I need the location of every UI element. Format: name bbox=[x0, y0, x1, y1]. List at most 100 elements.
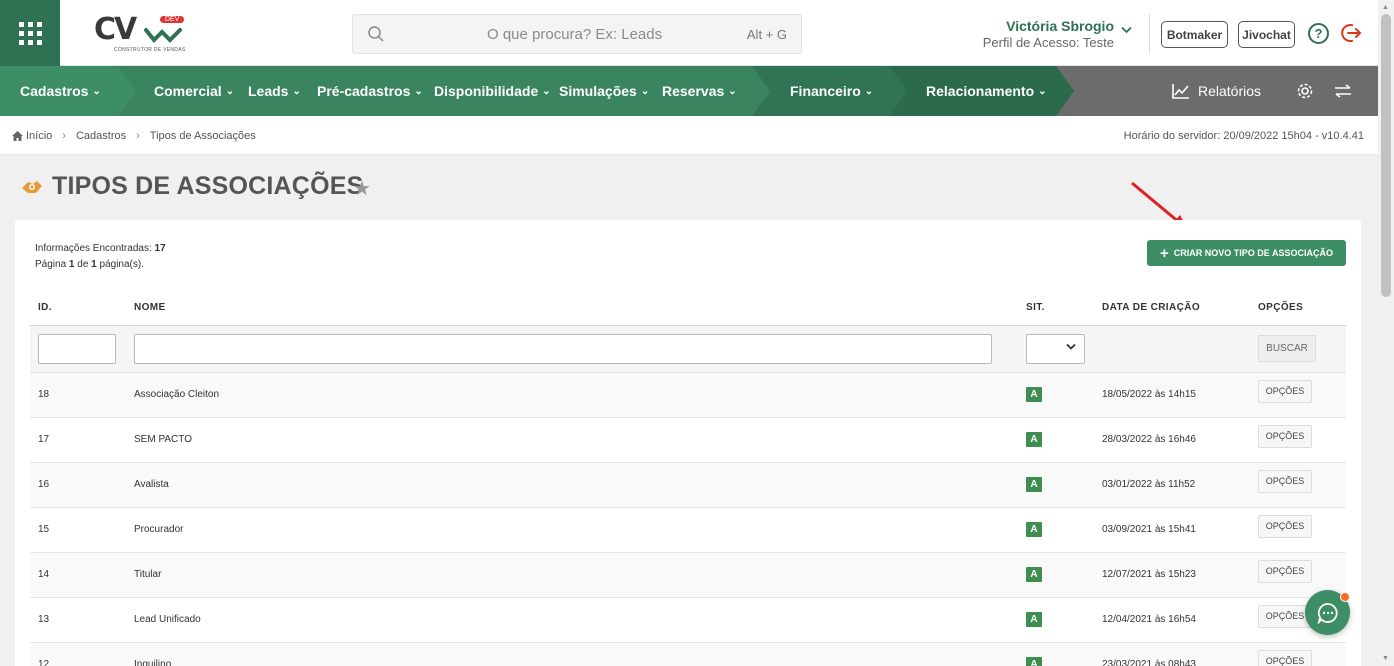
page-current: 1 bbox=[68, 259, 75, 270]
nav-label: Financeiro bbox=[790, 83, 861, 99]
nav-pre-cadastros[interactable]: Pré-cadastros ⌄ bbox=[317, 66, 423, 116]
table-row[interactable]: 17 SEM PACTO A 28/03/2022 às 16h46 OPÇÕE… bbox=[30, 417, 1346, 463]
jivochat-button[interactable]: Jivochat bbox=[1238, 21, 1295, 48]
logo-text: CV bbox=[94, 12, 137, 47]
nav-leads[interactable]: Leads ⌄ bbox=[248, 66, 301, 116]
handshake-icon bbox=[22, 181, 42, 193]
nav-label: Leads bbox=[248, 83, 289, 99]
user-menu[interactable]: Victória Sbrogio Perfil de Acesso: Teste bbox=[983, 18, 1114, 50]
breadcrumb-label: Início bbox=[26, 130, 53, 142]
cell-id: 15 bbox=[30, 507, 126, 553]
favorite-star-icon[interactable]: ★ bbox=[353, 176, 371, 201]
help-icon[interactable]: ? bbox=[1308, 23, 1329, 44]
filter-name-input[interactable] bbox=[134, 333, 992, 364]
nav-label: Reservas bbox=[662, 83, 725, 99]
logo[interactable]: CV DEV CONSTRUTOR DE VENDAS bbox=[94, 12, 186, 56]
search-button[interactable]: BUSCAR bbox=[1258, 335, 1316, 362]
options-button[interactable]: OPÇÕES bbox=[1258, 469, 1312, 493]
cell-name: Lead Unificado bbox=[126, 597, 1018, 643]
status-badge: A bbox=[1026, 612, 1042, 627]
cell-date: 28/03/2022 às 16h46 bbox=[1094, 417, 1250, 463]
status-badge: A bbox=[1026, 657, 1042, 666]
cell-name: Inquilino bbox=[126, 642, 1018, 666]
breadcrumb-cadastros[interactable]: Cadastros bbox=[76, 130, 126, 142]
table-row[interactable]: 12 Inquilino A 23/03/2021 às 08h43 OPÇÕE… bbox=[30, 642, 1346, 666]
nav-label: Relacionamento bbox=[926, 83, 1035, 99]
search-hotkey: Alt + G bbox=[746, 27, 787, 42]
status-badge: A bbox=[1026, 477, 1042, 492]
options-button[interactable]: OPÇÕES bbox=[1258, 379, 1312, 403]
nav-relacionamento[interactable]: Relacionamento ⌄ bbox=[926, 66, 1047, 116]
options-button[interactable]: OPÇÕES bbox=[1258, 514, 1312, 538]
scroll-thumb[interactable] bbox=[1381, 14, 1391, 297]
table-row[interactable]: 15 Procurador A 03/09/2021 às 15h41 OPÇÕ… bbox=[30, 507, 1346, 553]
apps-menu-button[interactable] bbox=[0, 0, 60, 66]
gear-icon[interactable] bbox=[1296, 82, 1314, 100]
options-button[interactable]: OPÇÕES bbox=[1258, 424, 1312, 448]
filter-sit-select[interactable] bbox=[1026, 333, 1085, 364]
table-row[interactable]: 18 Associação Cleiton A 18/05/2022 às 14… bbox=[30, 372, 1346, 418]
page-title: TIPOS DE ASSOCIAÇÕES bbox=[52, 172, 364, 200]
nav-comercial[interactable]: Comercial ⌄ bbox=[154, 66, 234, 116]
options-button[interactable]: OPÇÕES bbox=[1258, 559, 1312, 583]
logo-subtitle: CONSTRUTOR DE VENDAS bbox=[114, 47, 186, 53]
search-icon bbox=[368, 26, 384, 42]
breadcrumb-bar: Início › Cadastros › Tipos de Associaçõe… bbox=[0, 116, 1378, 155]
global-search[interactable]: O que procura? Ex: Leads Alt + G bbox=[352, 14, 802, 54]
cell-id: 18 bbox=[30, 372, 126, 418]
logo-badge: DEV bbox=[160, 16, 185, 23]
cell-date: 03/09/2021 às 15h41 bbox=[1094, 507, 1250, 553]
chevron-down-icon: ⌄ bbox=[1038, 85, 1047, 97]
chevron-down-icon[interactable] bbox=[1121, 26, 1132, 34]
breadcrumb-home[interactable]: Início bbox=[12, 130, 52, 142]
options-button[interactable]: OPÇÕES bbox=[1258, 649, 1312, 666]
nav-financeiro[interactable]: Financeiro ⌄ bbox=[790, 66, 873, 116]
column-header-sit[interactable]: SIT. bbox=[1018, 290, 1094, 326]
nav-label: Relatórios bbox=[1198, 83, 1262, 99]
scroll-up-icon[interactable]: ▲ bbox=[1382, 4, 1389, 11]
chevron-down-icon bbox=[1066, 343, 1076, 350]
main-nav: Cadastros ⌄ Comercial ⌄ Leads ⌄ Pré-cadastr… bbox=[0, 66, 1378, 116]
create-association-type-button[interactable]: + CRIAR NOVO TIPO DE ASSOCIAÇÃO bbox=[1147, 240, 1346, 266]
table-row[interactable]: 13 Lead Unificado A 12/04/2021 às 16h54 … bbox=[30, 597, 1346, 643]
chevron-right-icon: › bbox=[62, 130, 66, 142]
scroll-down-icon[interactable]: ▼ bbox=[1382, 655, 1389, 662]
logout-icon[interactable] bbox=[1340, 22, 1362, 44]
chevron-down-icon: ⌄ bbox=[92, 85, 101, 97]
cell-name: Associação Cleiton bbox=[126, 372, 1018, 418]
options-button[interactable]: OPÇÕES bbox=[1258, 604, 1312, 628]
create-button-label: CRIAR NOVO TIPO DE ASSOCIAÇÃO bbox=[1173, 248, 1333, 258]
grid-icon bbox=[18, 21, 42, 45]
info-count: 17 bbox=[154, 243, 166, 254]
status-badge: A bbox=[1026, 567, 1042, 582]
nav-label: Comercial bbox=[154, 83, 222, 99]
nav-simulacoes[interactable]: Simulações ⌄ bbox=[559, 66, 649, 116]
nav-cadastros[interactable]: Cadastros ⌄ bbox=[20, 66, 101, 116]
column-header-date[interactable]: DATA DE CRIAÇÃO bbox=[1094, 290, 1250, 326]
cell-id: 12 bbox=[30, 642, 126, 666]
chevron-down-icon: ⌄ bbox=[225, 85, 235, 97]
table-row[interactable]: 16 Avalista A 03/01/2022 às 11h52 OPÇÕES bbox=[30, 462, 1346, 508]
cell-name: Procurador bbox=[126, 507, 1018, 553]
divider bbox=[1149, 14, 1150, 54]
filter-id-input[interactable] bbox=[38, 333, 116, 364]
table-row[interactable]: 14 Titular A 12/07/2021 às 15h23 OPÇÕES bbox=[30, 552, 1346, 598]
page-total: 1 bbox=[91, 259, 97, 270]
column-header-id[interactable]: ID. bbox=[30, 290, 126, 326]
server-time: Horário do servidor: 20/09/2022 15h04 - … bbox=[1123, 130, 1364, 142]
swap-icon[interactable] bbox=[1334, 84, 1352, 98]
chevron-down-icon: ⌄ bbox=[640, 85, 650, 97]
botmaker-button[interactable]: Botmaker bbox=[1161, 21, 1228, 48]
plus-icon: + bbox=[1160, 244, 1169, 262]
table-header-row: ID. NOME SIT. DATA DE CRIAÇÃO OPÇÕES bbox=[30, 290, 1346, 326]
cell-name: Titular bbox=[126, 552, 1018, 598]
page-suffix: página(s). bbox=[99, 259, 144, 270]
chevron-down-icon: ⌄ bbox=[542, 85, 551, 97]
page-scrollbar[interactable]: ▲ ▼ bbox=[1378, 0, 1394, 666]
nav-relatorios[interactable]: Relatórios bbox=[1172, 66, 1261, 116]
nav-disponibilidade[interactable]: Disponibilidade ⌄ bbox=[434, 66, 551, 116]
user-name: Victória Sbrogio bbox=[1006, 18, 1114, 34]
breadcrumb: Início › Cadastros › Tipos de Associaçõe… bbox=[12, 130, 256, 142]
nav-reservas[interactable]: Reservas ⌄ bbox=[662, 66, 737, 116]
column-header-name[interactable]: NOME bbox=[126, 290, 1018, 326]
